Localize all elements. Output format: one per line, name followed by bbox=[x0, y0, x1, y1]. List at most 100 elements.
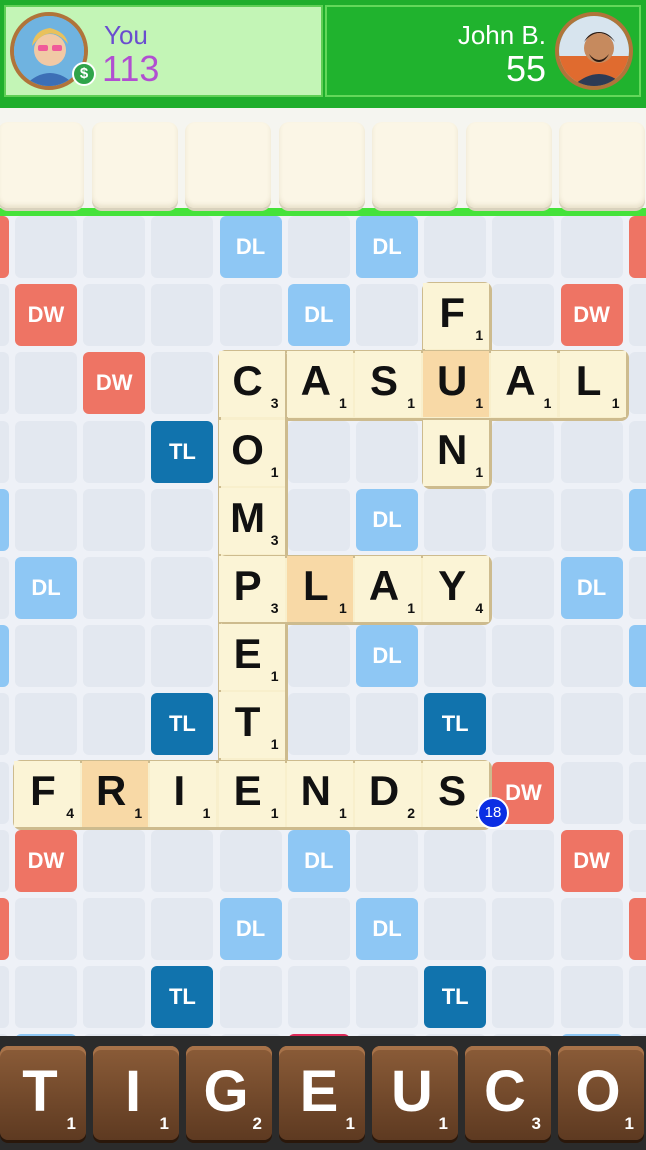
board-cell[interactable] bbox=[356, 284, 418, 347]
board-cell[interactable] bbox=[15, 420, 77, 483]
board-cell[interactable] bbox=[15, 693, 77, 756]
board-tile[interactable]: F4 bbox=[14, 760, 80, 827]
board-cell[interactable] bbox=[356, 693, 418, 756]
premium-square-dw[interactable] bbox=[0, 898, 9, 960]
board-cell[interactable] bbox=[151, 284, 214, 347]
board-cell[interactable] bbox=[151, 898, 214, 960]
board-tile[interactable]: N1 bbox=[286, 760, 353, 827]
board-cell[interactable] bbox=[151, 829, 214, 892]
board-tile[interactable]: F1 bbox=[423, 283, 490, 350]
premium-square-dw[interactable]: DW bbox=[560, 829, 623, 892]
board-cell[interactable] bbox=[151, 557, 214, 619]
board-cell[interactable] bbox=[628, 420, 646, 483]
premium-square-dl[interactable]: DL bbox=[356, 625, 418, 688]
board-cell[interactable] bbox=[560, 216, 623, 278]
board-cell[interactable] bbox=[492, 488, 555, 551]
board-tile[interactable]: T1 bbox=[218, 692, 285, 759]
premium-square-dl[interactable]: DL bbox=[356, 488, 418, 551]
premium-square-dl[interactable]: DL bbox=[356, 898, 418, 960]
board-cell[interactable] bbox=[0, 557, 9, 619]
premium-square-dw[interactable]: DW bbox=[560, 284, 623, 347]
premium-square-dw[interactable] bbox=[0, 216, 9, 278]
premium-square-dw[interactable]: DW bbox=[15, 829, 77, 892]
board-cell[interactable] bbox=[83, 966, 146, 1029]
premium-square-tl[interactable]: TL bbox=[151, 966, 214, 1029]
board-cell[interactable] bbox=[287, 216, 350, 278]
avatar-opponent[interactable] bbox=[555, 12, 633, 90]
premium-square-dw[interactable] bbox=[628, 898, 646, 960]
board-cell[interactable] bbox=[560, 966, 623, 1029]
board-cell[interactable] bbox=[83, 420, 146, 483]
rack-tile[interactable]: E1 bbox=[279, 1046, 365, 1140]
board-cell[interactable] bbox=[424, 488, 487, 551]
premium-square-tl[interactable]: TL bbox=[151, 693, 214, 756]
premium-square-dl[interactable]: DL bbox=[356, 216, 418, 278]
premium-square-dl[interactable] bbox=[0, 625, 9, 688]
board-cell[interactable] bbox=[560, 693, 623, 756]
board-tile[interactable]: A1 bbox=[286, 351, 353, 418]
board-cell[interactable] bbox=[492, 898, 555, 960]
board-cell[interactable] bbox=[560, 898, 623, 960]
board-cell[interactable] bbox=[151, 488, 214, 551]
board-cell[interactable] bbox=[628, 284, 646, 347]
board-cell[interactable] bbox=[0, 284, 9, 347]
board-cell[interactable] bbox=[83, 488, 146, 551]
board-cell[interactable] bbox=[83, 829, 146, 892]
board-cell[interactable] bbox=[492, 625, 555, 688]
board-cell[interactable] bbox=[0, 420, 9, 483]
premium-square-dl[interactable] bbox=[0, 488, 9, 551]
board-cell[interactable] bbox=[15, 352, 77, 415]
board-tile[interactable]: E1 bbox=[218, 624, 285, 691]
board-tile[interactable]: L1 bbox=[559, 351, 626, 418]
board-cell[interactable] bbox=[15, 488, 77, 551]
board-cell[interactable] bbox=[15, 898, 77, 960]
board-cell[interactable] bbox=[15, 625, 77, 688]
premium-square-dl[interactable] bbox=[628, 625, 646, 688]
board-cell[interactable] bbox=[628, 761, 646, 824]
board-cell[interactable] bbox=[560, 625, 623, 688]
board-cell[interactable] bbox=[356, 829, 418, 892]
board-cell[interactable] bbox=[424, 898, 487, 960]
board-cell[interactable] bbox=[424, 625, 487, 688]
board-cell[interactable] bbox=[83, 557, 146, 619]
board-tile[interactable]: A1 bbox=[355, 556, 421, 622]
rack-tile[interactable]: O1 bbox=[558, 1046, 644, 1140]
board-tile[interactable]: R1 bbox=[82, 760, 149, 827]
board-cell[interactable] bbox=[492, 829, 555, 892]
board-cell[interactable] bbox=[0, 829, 9, 892]
board-tile[interactable]: O1 bbox=[218, 419, 285, 486]
board-cell[interactable] bbox=[287, 488, 350, 551]
board-tile[interactable]: P3 bbox=[218, 556, 285, 622]
game-board[interactable]: DL DL DW DL DW DW TL DL DL DL DL TL TL DW DW DL DW DL DL TL… bbox=[0, 216, 646, 1036]
board-cell[interactable] bbox=[219, 829, 282, 892]
board-cell[interactable] bbox=[492, 420, 555, 483]
board-cell[interactable] bbox=[356, 420, 418, 483]
board-tile[interactable]: I1 bbox=[150, 760, 217, 827]
board-cell[interactable] bbox=[492, 693, 555, 756]
board-tile[interactable]: S1 bbox=[355, 351, 421, 418]
board-cell[interactable] bbox=[83, 693, 146, 756]
board-cell[interactable] bbox=[560, 488, 623, 551]
board-cell[interactable] bbox=[0, 761, 9, 824]
premium-square-dl[interactable]: DL bbox=[560, 557, 623, 619]
premium-square-dl[interactable]: DL bbox=[287, 829, 350, 892]
board-cell[interactable] bbox=[0, 693, 9, 756]
board-cell[interactable] bbox=[83, 216, 146, 278]
board-cell[interactable] bbox=[492, 557, 555, 619]
board-cell[interactable] bbox=[151, 625, 214, 688]
board-tile[interactable]: M3 bbox=[218, 487, 285, 554]
board-cell[interactable] bbox=[0, 966, 9, 1029]
board-cell[interactable] bbox=[287, 625, 350, 688]
board-cell[interactable] bbox=[492, 966, 555, 1029]
premium-square-dl[interactable]: DL bbox=[15, 557, 77, 619]
board-tile[interactable]: L1 bbox=[286, 556, 353, 622]
rack-tile[interactable]: I1 bbox=[93, 1046, 179, 1140]
board-cell[interactable] bbox=[628, 352, 646, 415]
rack-tile[interactable]: T1 bbox=[0, 1046, 86, 1140]
board-cell[interactable] bbox=[83, 284, 146, 347]
board-cell[interactable] bbox=[628, 966, 646, 1029]
board-tile[interactable]: N1 bbox=[423, 419, 490, 486]
premium-square-tl[interactable]: TL bbox=[151, 420, 214, 483]
rack-tile[interactable]: C3 bbox=[465, 1046, 551, 1140]
board-cell[interactable] bbox=[15, 966, 77, 1029]
